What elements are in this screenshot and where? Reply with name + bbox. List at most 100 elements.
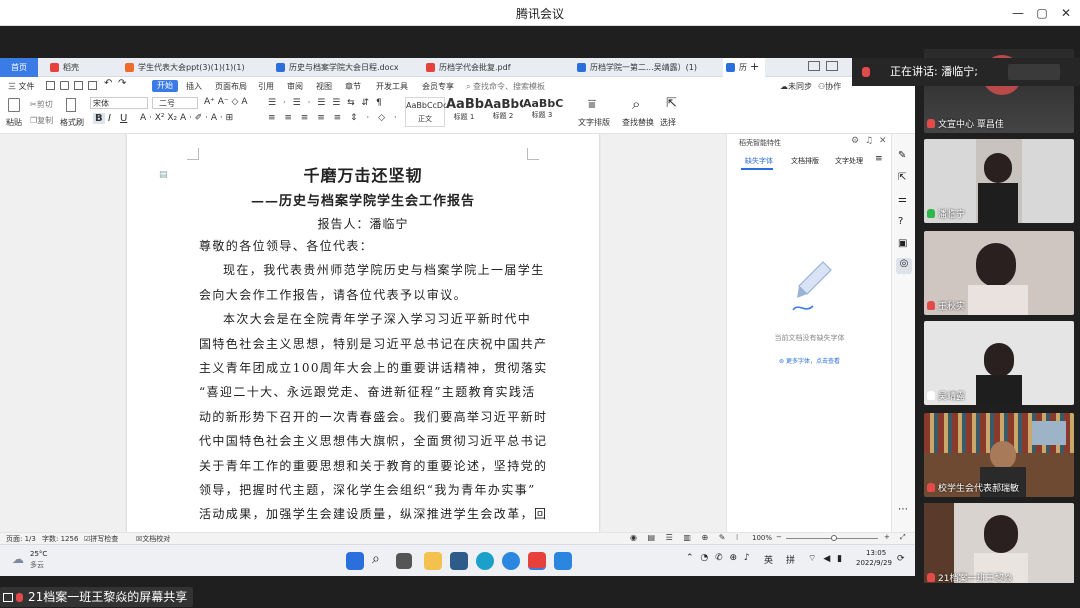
- fullscreen-icon[interactable]: ⤢: [900, 533, 906, 542]
- tab-ppt[interactable]: 学生代表大会ppt(3)(1)(1)(1): [122, 58, 267, 77]
- tray-icons[interactable]: ⌃ ◔ ✆ ⊕ ♪: [686, 553, 752, 563]
- menu-dev-tools[interactable]: 开发工具: [376, 81, 408, 92]
- cut-button[interactable]: ✂剪切: [30, 99, 53, 110]
- pointer-icon[interactable]: ⇱: [898, 172, 906, 183]
- network-volume-icons[interactable]: ⌔ ◀ ▮: [808, 553, 844, 564]
- store-icon[interactable]: [450, 552, 468, 570]
- ime-mode[interactable]: 拼: [786, 553, 795, 566]
- menu-page-layout[interactable]: 页面布局: [215, 81, 247, 92]
- redo-icon[interactable]: ↷: [118, 78, 126, 89]
- font-size-select[interactable]: 二号: [152, 97, 198, 109]
- image-icon[interactable]: ▣: [898, 238, 907, 249]
- close-icon[interactable]: ✕: [879, 136, 887, 146]
- more-fonts-link[interactable]: ⊚ 更多字体，点击查看: [727, 356, 892, 365]
- adjust-icon[interactable]: ⚌: [898, 194, 907, 205]
- text-effects-icon[interactable]: A · X² X₂ A · ✐ · A · ⊞: [140, 113, 233, 123]
- paste-button[interactable]: 粘贴: [6, 117, 22, 128]
- find-replace-button[interactable]: 查找替换: [622, 117, 654, 128]
- participant-tile-3[interactable]: 王秋实: [924, 231, 1074, 315]
- notification-icon[interactable]: ⟳: [897, 554, 905, 564]
- weather-temp[interactable]: 25°C: [30, 550, 47, 558]
- clock-time[interactable]: 13:05: [866, 549, 886, 557]
- bold-button[interactable]: B: [93, 113, 105, 124]
- preview-icon[interactable]: [88, 81, 97, 90]
- font-name-select[interactable]: 宋体: [90, 97, 148, 109]
- undo-icon[interactable]: ↶: [104, 78, 112, 89]
- tab-home[interactable]: 首页: [0, 58, 38, 77]
- page-indicator[interactable]: 页面: 1/3: [6, 534, 36, 544]
- save-icon[interactable]: [46, 81, 55, 90]
- list-icons[interactable]: ☰ · ☰ · ☰ ☰ ⇆ ⇵ ¶: [268, 98, 384, 108]
- participant-tile-2[interactable]: 潘临宁: [924, 139, 1074, 223]
- collab-button[interactable]: ⚇协作: [818, 81, 841, 92]
- participant-tile-4[interactable]: 吴靖露: [924, 321, 1074, 405]
- format-painter-button[interactable]: 格式刷: [60, 117, 84, 128]
- underline-button[interactable]: U: [120, 113, 127, 124]
- menu-member[interactable]: 会员专享: [422, 81, 454, 92]
- wps-icon[interactable]: [528, 552, 546, 570]
- tab-missing-fonts[interactable]: 缺失字体: [745, 156, 773, 166]
- maximize-button[interactable]: ▢: [1032, 4, 1052, 22]
- style-heading2[interactable]: AaBbC 标题 2: [484, 97, 528, 127]
- word-count[interactable]: 字数: 1256: [42, 534, 78, 544]
- select-button[interactable]: 选择: [660, 117, 676, 128]
- tab-doc-layout[interactable]: 文档排版: [791, 156, 819, 166]
- align-icons[interactable]: ≡ ≡ ≡ ≡ ≡ ⇕ · ◇ · ⊞: [268, 113, 416, 123]
- italic-button[interactable]: I: [108, 113, 111, 124]
- panel-menu-icon[interactable]: ≡: [875, 154, 883, 164]
- view-mode-icons[interactable]: ◉ ▤ ☰ ▥ ⊕ ✎ ⁝: [630, 533, 742, 542]
- participant-tile-5[interactable]: 校学生会代表郝瑞敏: [924, 413, 1074, 497]
- zoom-slider-handle[interactable]: [831, 535, 837, 541]
- search-icon[interactable]: ⌕: [372, 551, 380, 567]
- paste-icon[interactable]: [8, 98, 20, 112]
- close-button[interactable]: ✕: [1056, 4, 1076, 22]
- format-painter-icon[interactable]: [66, 98, 76, 112]
- new-tab-plus-icon[interactable]: +: [750, 60, 759, 73]
- copy-button[interactable]: ❐复制: [30, 115, 53, 126]
- browser-icon[interactable]: [502, 552, 520, 570]
- more-icon[interactable]: ⋯: [898, 504, 908, 515]
- export-icon[interactable]: [60, 81, 69, 90]
- zoom-level[interactable]: 100%: [752, 534, 772, 542]
- spell-check[interactable]: ☑拼写检查: [84, 534, 118, 544]
- smart-feature-icon[interactable]: ◎: [896, 258, 912, 274]
- multi-window-icon[interactable]: [826, 61, 838, 71]
- unsynced-indicator[interactable]: ☁未同步: [780, 81, 812, 92]
- tab-report-doc[interactable]: 历档学院一第二...吴靖露）(1): [574, 58, 719, 77]
- file-menu[interactable]: 三 文件: [8, 81, 35, 92]
- panel-settings-icon[interactable]: ⚙: [851, 136, 859, 146]
- print-icon[interactable]: [74, 81, 83, 90]
- weather-desc[interactable]: 多云: [30, 560, 44, 570]
- windows-start-icon[interactable]: [346, 552, 364, 570]
- file-explorer-icon[interactable]: [424, 552, 442, 570]
- edge-icon[interactable]: [476, 552, 494, 570]
- tab-text-processing[interactable]: 文字处理: [835, 156, 863, 166]
- menu-section[interactable]: 章节: [345, 81, 361, 92]
- tab-schedule-docx[interactable]: 历史与档案学院大会日程.docx: [273, 58, 417, 77]
- tab-docer[interactable]: 稻壳: [47, 58, 117, 77]
- zoom-out-button[interactable]: −: [776, 533, 782, 541]
- text-layout-button[interactable]: 文字排版: [578, 117, 610, 128]
- tab-approval-pdf[interactable]: 历档学代会批复.pdf: [423, 58, 573, 77]
- menu-start[interactable]: 开始: [152, 80, 178, 92]
- zoom-in-button[interactable]: +: [884, 533, 890, 541]
- document-page[interactable]: ▤ 千磨万击还坚韧 ——历史与档案学院学生会工作报告 报告人：潘临宁 尊敬的各位…: [127, 134, 599, 532]
- task-view-icon[interactable]: [396, 553, 412, 569]
- menu-view[interactable]: 视图: [316, 81, 332, 92]
- minimize-button[interactable]: —: [1008, 4, 1028, 22]
- doc-proofread[interactable]: ☒文档校对: [136, 534, 170, 544]
- font-grow-icon[interactable]: A⁺ A⁻ ◇ A: [204, 97, 247, 107]
- menu-review[interactable]: 审阅: [287, 81, 303, 92]
- menu-insert[interactable]: 插入: [186, 81, 202, 92]
- pen-icon[interactable]: ✎: [898, 150, 906, 161]
- style-heading1[interactable]: AaBb 标题 1: [446, 97, 484, 127]
- ime-lang[interactable]: 英: [764, 553, 773, 566]
- layout-icon[interactable]: [808, 61, 820, 71]
- screen-share-label[interactable]: 21档案一班王黎焱的屏幕共享: [0, 587, 194, 607]
- style-normal[interactable]: AaBbCcDd 正文: [405, 97, 448, 127]
- menu-reference[interactable]: 引用: [258, 81, 274, 92]
- clock-date[interactable]: 2022/9/29: [856, 559, 892, 567]
- tencent-meeting-icon[interactable]: [554, 552, 572, 570]
- participant-tile-6[interactable]: 21档案一班王黎焱: [924, 503, 1074, 587]
- bell-icon[interactable]: ♫: [865, 136, 873, 146]
